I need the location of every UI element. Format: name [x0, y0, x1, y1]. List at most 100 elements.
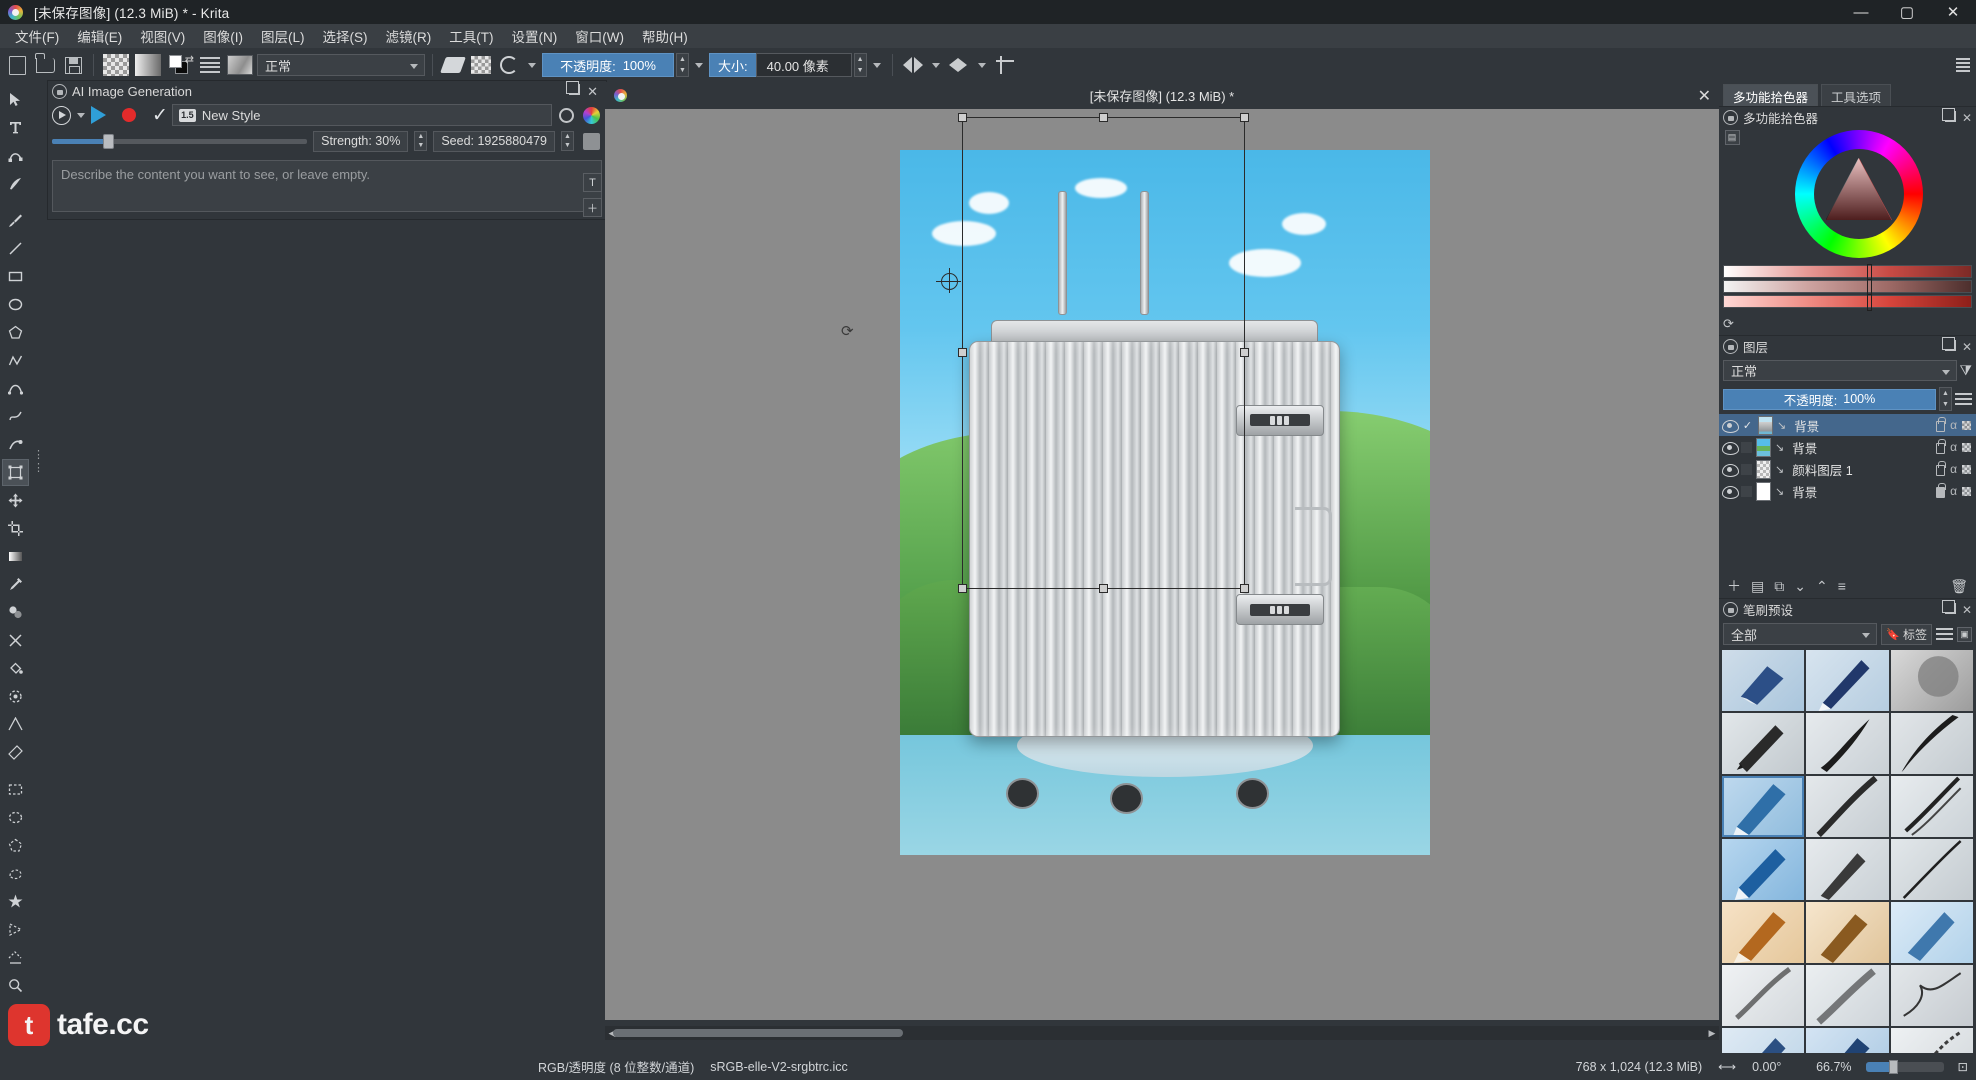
layer-lock-icon[interactable]	[1936, 416, 1947, 432]
tool-assistant[interactable]	[2, 711, 29, 738]
layer-name[interactable]: 背景	[1792, 438, 1817, 457]
presets-menu-icon[interactable]	[1936, 625, 1953, 643]
save-icon[interactable]	[60, 52, 86, 78]
layer-alpha-icon[interactable]: α	[1950, 484, 1957, 498]
layer-visibility-icon[interactable]	[1722, 463, 1739, 477]
mirror-horizontal-dropdown[interactable]	[928, 53, 944, 77]
preset-pencil-hard[interactable]	[1722, 713, 1805, 774]
layer-alpha-icon[interactable]: α	[1950, 418, 1957, 432]
opacity-slider[interactable]: 不透明度: 100%	[542, 53, 674, 77]
zoom-level-value[interactable]: 66.7%	[1808, 1053, 1859, 1080]
menu-tools[interactable]: 工具(T)	[440, 24, 502, 48]
generate-play-icon[interactable]	[91, 106, 106, 124]
close-tab-icon[interactable]: ✕	[1698, 86, 1711, 106]
transform-origin-icon[interactable]	[936, 268, 961, 293]
mirror-horizontal-icon[interactable]	[900, 52, 926, 78]
add-layer-button[interactable]: ＋	[1727, 576, 1741, 596]
canvas-viewport[interactable]: ⟳	[605, 109, 1719, 1020]
preset-basic-brush-selected[interactable]	[1722, 839, 1805, 900]
brush-preset-thumbnail-icon[interactable]	[225, 52, 255, 78]
layer-opacity-slider[interactable]: 不透明度: 100%	[1723, 388, 1936, 410]
hsv-color-wheel[interactable]	[1794, 130, 1923, 258]
cancel-record-icon[interactable]	[122, 108, 136, 122]
table-row[interactable]: ↘ 颜料图层 1 α	[1719, 458, 1976, 480]
preset-ink-tilt[interactable]	[1890, 776, 1973, 837]
brush-presets-list-icon[interactable]	[197, 52, 223, 78]
preset-pencil-sketch[interactable]	[1806, 839, 1889, 900]
tab-tool-options[interactable]: 工具选项	[1821, 84, 1892, 106]
tool-crop[interactable]	[2, 515, 29, 542]
canvas-rotation-icon[interactable]: ⟷	[1710, 1053, 1744, 1080]
tool-gradient[interactable]	[2, 543, 29, 570]
preset-ink-brush[interactable]	[1806, 713, 1889, 774]
strength-stepper[interactable]: ▲ ▼	[414, 131, 428, 151]
generate-queue-icon[interactable]	[52, 105, 71, 125]
new-document-icon[interactable]	[4, 52, 30, 78]
tag-bookmark-icon[interactable]: 🔖	[1886, 628, 1900, 641]
brush-size-field[interactable]: 大小: 40.00 像素	[709, 53, 852, 77]
preset-ink-pen[interactable]	[1806, 650, 1889, 711]
resource-storage-icon[interactable]: ▣	[1957, 626, 1972, 642]
close-docker-icon[interactable]: ✕	[1962, 603, 1972, 617]
tool-smart-patch[interactable]	[2, 627, 29, 654]
menu-image[interactable]: 图像(I)	[194, 24, 252, 48]
add-region-icon[interactable]: ＋	[583, 198, 602, 217]
mirror-vertical-icon[interactable]	[946, 52, 972, 78]
canvas-rotation-value[interactable]: 0.00°	[1744, 1053, 1808, 1080]
layer-checkbox[interactable]: ✓	[1741, 419, 1754, 432]
alpha-lock-icon[interactable]	[468, 52, 494, 78]
opacity-stepper[interactable]: ▲ ▼	[676, 53, 689, 77]
reload-preset-icon[interactable]	[496, 52, 522, 78]
wrap-around-mode-icon[interactable]	[992, 52, 1018, 78]
float-docker-icon[interactable]	[1941, 336, 1956, 351]
docker-lock-icon[interactable]	[1723, 602, 1738, 617]
tool-similar-color-selection[interactable]	[2, 916, 29, 943]
open-document-icon[interactable]	[32, 52, 58, 78]
menu-window[interactable]: 窗口(W)	[566, 24, 633, 48]
tool-polygon[interactable]	[2, 319, 29, 346]
close-button[interactable]: ✕	[1930, 0, 1976, 24]
tool-rectangular-selection[interactable]	[2, 776, 29, 803]
minimize-button[interactable]: —	[1838, 0, 1884, 24]
layer-checkbox[interactable]	[1741, 441, 1752, 453]
tool-move[interactable]	[2, 487, 29, 514]
menu-file[interactable]: 文件(F)	[6, 24, 68, 48]
menu-help[interactable]: 帮助(H)	[633, 24, 697, 48]
tool-freehand-path[interactable]	[2, 403, 29, 430]
layer-name[interactable]: 颜料图层 1	[1792, 460, 1852, 479]
float-docker-icon[interactable]	[1941, 599, 1956, 614]
docker-lock-icon[interactable]	[52, 84, 67, 99]
rotate-handle-icon[interactable]: ⟳	[841, 322, 854, 340]
tool-measure[interactable]	[2, 739, 29, 766]
tool-fill[interactable]	[2, 655, 29, 682]
preset-bristle-dry[interactable]	[1806, 902, 1889, 963]
layer-blend-mode-combo[interactable]: 正常	[1723, 360, 1957, 381]
reset-color-icon[interactable]: ⟳	[1723, 316, 1734, 331]
layer-lock-icon[interactable]	[1936, 460, 1947, 476]
menu-view[interactable]: 视图(V)	[131, 24, 194, 48]
blend-mode-combo[interactable]: 正常	[257, 54, 425, 76]
layer-options-button[interactable]: ≡	[1838, 578, 1846, 594]
tool-magnetic-selection[interactable]	[2, 944, 29, 971]
float-docker-icon[interactable]	[566, 80, 581, 95]
zoom-slider[interactable]	[1865, 1059, 1944, 1074]
tool-polygonal-selection[interactable]	[2, 832, 29, 859]
menu-layer[interactable]: 图层(L)	[252, 24, 314, 48]
layer-opacity-stepper[interactable]: ▲ ▼	[1939, 387, 1952, 411]
strength-value[interactable]: Strength: 30%	[313, 130, 409, 152]
tool-enclose-and-fill[interactable]	[2, 683, 29, 710]
style-selector[interactable]: 1.5 New Style	[171, 104, 552, 126]
layer-name[interactable]: 背景	[1794, 416, 1819, 435]
tool-rectangle[interactable]	[2, 263, 29, 290]
tool-edit-shapes[interactable]	[2, 142, 29, 169]
scroll-right-arrow[interactable]: ▶	[1705, 1026, 1719, 1040]
eraser-toggle-icon[interactable]	[440, 52, 466, 78]
tool-freehand-brush[interactable]	[2, 207, 29, 234]
layer-properties-button[interactable]: ▤	[1751, 578, 1764, 595]
layer-alpha-lock-icon[interactable]	[1962, 442, 1971, 452]
docker-lock-icon[interactable]	[1723, 110, 1738, 125]
delete-layer-button[interactable]: 🗑	[1950, 578, 1968, 595]
layer-menu-icon[interactable]	[1955, 389, 1972, 410]
mirror-vertical-dropdown[interactable]	[974, 53, 990, 77]
shade-bar-3[interactable]	[1723, 294, 1972, 311]
